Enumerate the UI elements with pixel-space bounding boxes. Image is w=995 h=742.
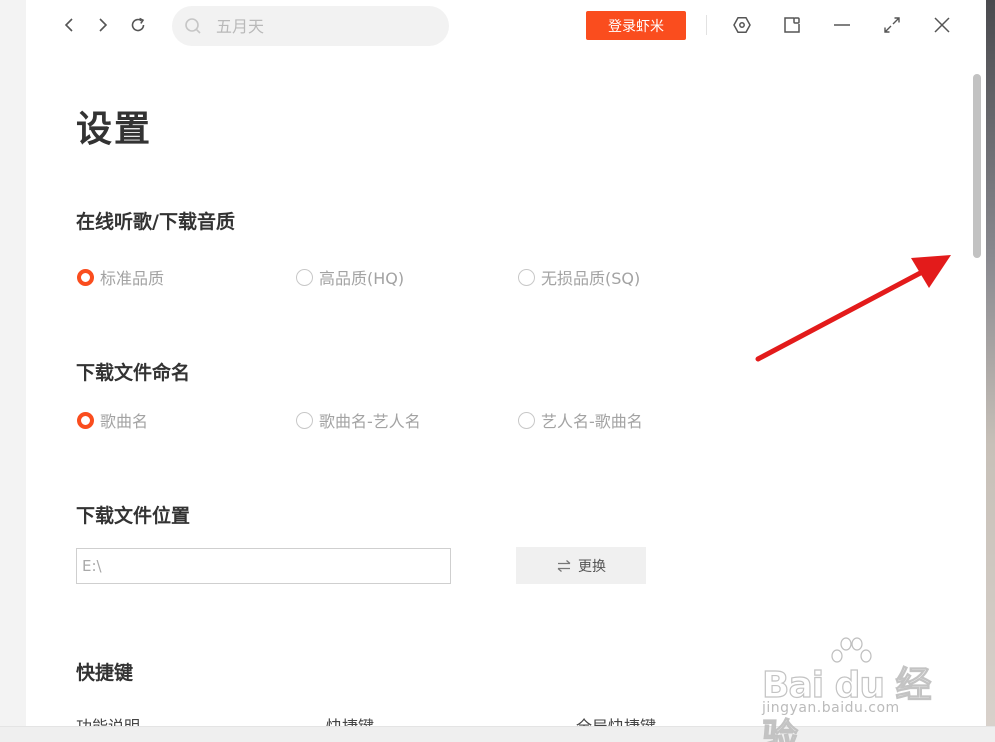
login-button[interactable]: 登录虾米	[586, 11, 686, 40]
close-button[interactable]	[929, 12, 955, 38]
mini-mode-button[interactable]	[779, 12, 805, 38]
radio-dot-icon	[518, 268, 535, 286]
chevron-left-icon	[64, 18, 73, 32]
mini-player-icon	[784, 17, 800, 33]
left-window-edge	[0, 0, 26, 742]
settings-window: 登录虾米 设置 在线听歌/下载音质 标准品质 高品质(HQ) 无损品质(	[26, 0, 986, 726]
search-input[interactable]	[216, 14, 436, 38]
refresh-button[interactable]	[126, 13, 150, 37]
radio-label: 歌曲名	[100, 412, 149, 431]
hotkeys-column-function: 功能说明	[76, 713, 140, 726]
naming-artist-song-radio[interactable]: 艺人名-歌曲名	[518, 408, 643, 432]
expand-icon	[884, 17, 900, 33]
desktop-background-edge	[986, 0, 995, 742]
minimize-icon	[834, 24, 850, 26]
back-button[interactable]	[58, 13, 82, 37]
refresh-icon	[131, 17, 145, 32]
radio-dot-icon	[518, 411, 535, 429]
scrollbar-thumb[interactable]	[973, 74, 981, 258]
download-path-field[interactable]	[76, 548, 451, 584]
location-section-title: 下载文件位置	[76, 505, 191, 527]
hotkeys-column-global: 全局快捷键	[576, 713, 656, 726]
settings-button[interactable]	[729, 12, 755, 38]
maximize-button[interactable]	[879, 12, 905, 38]
radio-dot-icon	[77, 411, 94, 429]
forward-button[interactable]	[90, 13, 114, 37]
change-location-button[interactable]: 更换	[516, 547, 646, 584]
change-location-label: 更换	[578, 558, 606, 575]
radio-label: 无损品质(SQ)	[541, 269, 641, 288]
radio-label: 艺人名-歌曲名	[541, 412, 643, 431]
minimize-button[interactable]	[829, 12, 855, 38]
quality-sq-radio[interactable]: 无损品质(SQ)	[518, 265, 640, 289]
chevron-right-icon	[99, 18, 108, 32]
hexagon-settings-icon	[733, 17, 751, 33]
hotkeys-column-shortcut: 快捷键	[326, 713, 374, 726]
quality-section-title: 在线听歌/下载音质	[76, 211, 235, 233]
page-title: 设置	[76, 109, 153, 150]
quality-standard-radio[interactable]: 标准品质	[77, 265, 164, 289]
close-icon	[934, 17, 950, 33]
hotkeys-section-title: 快捷键	[76, 662, 134, 684]
radio-label: 标准品质	[100, 269, 165, 288]
radio-dot-icon	[296, 268, 313, 286]
naming-section-title: 下载文件命名	[76, 362, 191, 384]
bottom-window-edge	[0, 726, 995, 742]
search-box[interactable]	[172, 6, 449, 46]
swap-arrows-icon	[557, 559, 571, 572]
naming-song-radio[interactable]: 歌曲名	[77, 408, 148, 432]
search-icon	[185, 18, 201, 34]
toolbar-divider	[706, 15, 707, 35]
radio-label: 高品质(HQ)	[319, 269, 405, 288]
radio-dot-icon	[77, 268, 94, 286]
radio-dot-icon	[296, 411, 313, 429]
radio-label: 歌曲名-艺人名	[319, 412, 421, 431]
naming-song-artist-radio[interactable]: 歌曲名-艺人名	[296, 408, 421, 432]
quality-hq-radio[interactable]: 高品质(HQ)	[296, 265, 404, 289]
